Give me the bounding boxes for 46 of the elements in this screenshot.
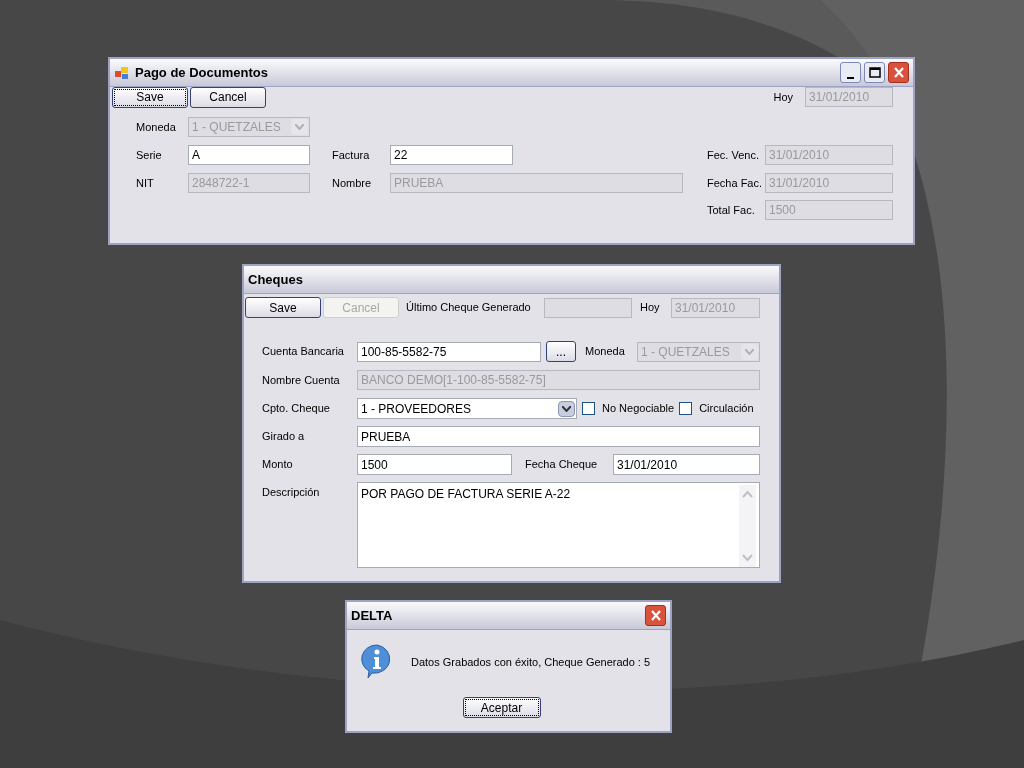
field-label: Fecha Fac.: [707, 175, 764, 191]
app-icon: [114, 64, 130, 81]
close-button[interactable]: [645, 605, 666, 626]
window-title: Pago de Documentos: [135, 63, 268, 82]
field-label: Descripción: [262, 485, 321, 500]
minimize-button[interactable]: [840, 62, 861, 83]
field-label: Fecha Cheque: [525, 457, 599, 473]
field-label: Total Fac.: [707, 202, 756, 218]
field-label: No Negociable: [602, 401, 675, 417]
maximize-button[interactable]: [864, 62, 885, 83]
minimize-icon: [847, 76, 854, 79]
input-field[interactable]: PRUEBA: [357, 426, 760, 447]
field-label: Moneda: [585, 344, 626, 360]
field-label: Circulación: [699, 401, 754, 417]
field-label: Serie: [136, 147, 163, 163]
field-label: Cuenta Bancaria: [262, 344, 345, 360]
input-field[interactable]: 31/01/2010: [613, 454, 760, 475]
field-label: NIT: [136, 175, 155, 191]
field-label: Nombre: [332, 175, 373, 191]
window-title: Cheques: [248, 270, 303, 289]
input-field[interactable]: A: [188, 145, 310, 165]
button[interactable]: Save: [112, 86, 188, 108]
field-label: Último Cheque Generado: [406, 300, 532, 316]
field-label: Cpto. Cheque: [262, 401, 331, 417]
window-title: DELTA: [351, 606, 393, 625]
field-label: Moneda: [136, 119, 177, 135]
input-field[interactable]: 100-85-5582-75: [357, 341, 541, 362]
field-label: Hoy: [640, 300, 661, 316]
field-label: Factura: [332, 147, 371, 163]
checkbox[interactable]: [679, 402, 693, 415]
field-label: Fec. Venc.: [707, 147, 760, 163]
text-area[interactable]: POR PAGO DE FACTURA SERIE A-22: [357, 482, 760, 568]
field-label: Hoy: [773, 89, 793, 105]
button[interactable]: Save: [245, 297, 321, 318]
button[interactable]: Aceptar: [462, 697, 541, 718]
checkbox[interactable]: [582, 402, 595, 415]
input-field[interactable]: 22: [390, 145, 513, 165]
input-field[interactable]: 1500: [357, 454, 512, 475]
close-button[interactable]: [888, 62, 909, 83]
message-text: Datos Grabados con éxito, Cheque Generado : 5: [411, 655, 651, 671]
button[interactable]: ...: [546, 341, 576, 362]
field-label: Monto: [262, 457, 294, 473]
field-label: Nombre Cuenta: [262, 372, 341, 388]
dropdown[interactable]: 1 - PROVEEDORES: [357, 398, 577, 419]
field-label: Girado a: [262, 429, 306, 445]
button[interactable]: Cancel: [190, 86, 266, 108]
